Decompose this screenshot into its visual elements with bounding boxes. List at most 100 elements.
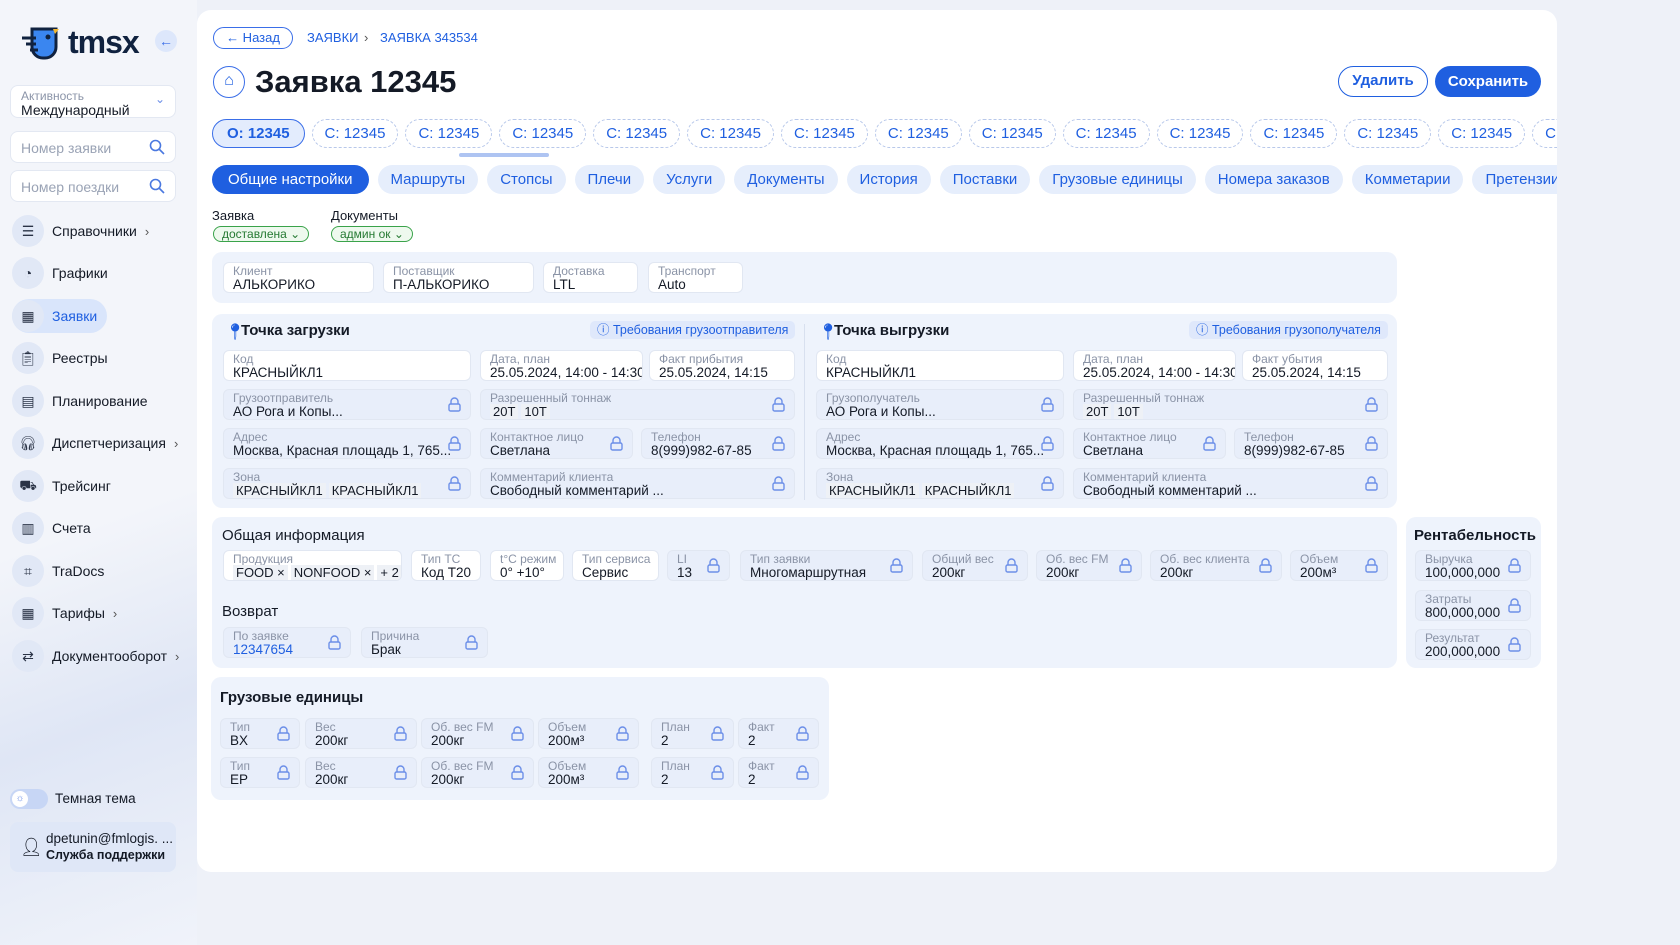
unloading-field[interactable]: Комментарий клиента Свободный комментарий… <box>1073 468 1388 499</box>
dark-theme-toggle[interactable]: ☼ <box>10 789 48 809</box>
profitability-field[interactable]: Выручка 100,000,000 <box>1415 550 1531 581</box>
general-field[interactable]: Тип заявки Многомаршрутная <box>740 550 913 581</box>
tab-6[interactable]: История <box>846 165 931 194</box>
tab-2[interactable]: Стопсы <box>487 165 566 194</box>
return-field[interactable]: Причина Брак <box>361 627 488 658</box>
sidebar-item-3[interactable]: 📋︎ Реестры <box>12 341 118 375</box>
order-chip[interactable]: С: 12345 <box>1156 119 1244 148</box>
consignee-requirements-link[interactable]: ⓘ Требования грузополучателя <box>1189 321 1388 339</box>
unloading-field[interactable]: Адрес Москва, Красная площадь 1, 765... <box>816 428 1064 459</box>
shipper-requirements-link[interactable]: ⓘ Требования грузоотправителя <box>590 321 796 339</box>
unloading-field[interactable]: Грузополучатель АО Рога и Копы... <box>816 389 1064 420</box>
loading-field[interactable]: Разрешенный тоннаж 20Т 10Т <box>480 389 795 420</box>
sidebar-item-1[interactable]: ◔ Графики <box>12 256 118 290</box>
cargo-field[interactable]: Объем 200м³ <box>538 757 639 788</box>
order-chip[interactable]: С: 12345 <box>1438 119 1526 148</box>
sidebar-item-10[interactable]: ⇄ Документооборот › <box>12 639 189 673</box>
loading-field[interactable]: Телефон 8(999)982-67-85 <box>641 428 795 459</box>
tab-5[interactable]: Документы <box>734 165 838 194</box>
cargo-field[interactable]: Вес 200кг <box>305 757 417 788</box>
loading-field[interactable]: Комментарий клиента Свободный комментарий… <box>480 468 795 499</box>
order-chip[interactable]: С: 12345 <box>687 119 774 148</box>
loading-field[interactable]: Адрес Москва, Красная площадь 1, 765... <box>223 428 471 459</box>
loading-field[interactable]: Дата, план 25.05.2024, 14:00 - 14:30 <box>480 350 643 381</box>
tab-9[interactable]: Номера заказов <box>1204 165 1343 194</box>
sidebar-item-2[interactable]: ▦ Заявки <box>12 299 108 333</box>
client-field[interactable]: Доставка LTL <box>543 262 638 293</box>
unloading-field[interactable]: Телефон 8(999)982-67-85 <box>1234 428 1388 459</box>
unloading-field[interactable]: Контактное лицо Светлана <box>1073 428 1226 459</box>
user-card[interactable]: 👤︎ dpetunin@fmlogis. ... Служба поддержк… <box>10 822 176 872</box>
loading-field[interactable]: Грузоотправитель АО Рога и Копы... <box>223 389 471 420</box>
unloading-field[interactable]: Дата, план 25.05.2024, 14:00 - 14:30 <box>1073 350 1236 381</box>
order-chip[interactable]: С: 12345 <box>781 119 868 148</box>
tab-1[interactable]: Маршруты <box>377 165 479 194</box>
order-chip[interactable]: С: 12345 <box>874 119 962 148</box>
profitability-field[interactable]: Результат 200,000,000 <box>1415 629 1531 660</box>
general-field[interactable]: Объем 200м³ <box>1290 550 1388 581</box>
tab-10[interactable]: Комметарии <box>1351 165 1464 194</box>
tab-11[interactable]: Претензии <box>1472 165 1557 194</box>
sidebar-item-0[interactable]: ☰ Справочники › <box>12 214 159 248</box>
general-field[interactable]: Общий вес 200кг <box>922 550 1028 581</box>
order-chip[interactable]: С: 12345 <box>1250 119 1338 148</box>
cargo-field[interactable]: Объем 200м³ <box>538 718 639 749</box>
tab-0[interactable]: Общие настройки <box>212 165 369 194</box>
back-button[interactable]: ← Назад <box>213 27 293 49</box>
order-chip[interactable]: С: 12345 <box>968 119 1056 148</box>
sidebar-item-8[interactable]: ⌗ TraDocs <box>12 554 114 588</box>
general-field[interactable]: t°C режим 0° +10° <box>490 550 564 581</box>
cargo-field[interactable]: Факт 2 <box>738 718 819 749</box>
tab-7[interactable]: Поставки <box>939 165 1031 194</box>
activity-dropdown[interactable]: Активность Международный ⌄ <box>10 85 176 118</box>
unloading-field[interactable]: Зона КРАСНЫЙКЛ1 КРАСНЫЙКЛ1 <box>816 468 1064 499</box>
docs-status-dropdown[interactable]: админ ок ⌄ <box>331 226 413 242</box>
general-field[interactable]: Тип сервиса Сервис <box>572 550 659 581</box>
breadcrumb-orders[interactable]: ЗАЯВКИ <box>307 30 359 45</box>
general-field[interactable]: Об. вес клиента 200кг <box>1150 550 1282 581</box>
cargo-field[interactable]: План 2 <box>651 757 734 788</box>
support-link[interactable]: Служба поддержки <box>46 848 165 862</box>
tab-3[interactable]: Плечи <box>574 165 645 194</box>
cargo-field[interactable]: Факт 2 <box>738 757 819 788</box>
sidebar-item-6[interactable]: ⛟ Трейсинг <box>12 469 121 503</box>
order-chip[interactable]: С: 12345 <box>1532 119 1557 148</box>
home-icon[interactable]: ⌂ <box>213 66 245 98</box>
profitability-field[interactable]: Затраты 800,000,000 <box>1415 590 1531 621</box>
sidebar-item-9[interactable]: ▦ Тарифы › <box>12 596 127 630</box>
general-field[interactable]: Тип ТС Код Т20 <box>411 550 481 581</box>
order-chip[interactable]: С: 12345 <box>405 119 493 148</box>
cargo-field[interactable]: План 2 <box>651 718 734 749</box>
tab-8[interactable]: Грузовые единицы <box>1039 165 1196 194</box>
client-field[interactable]: Поставщик П-АЛЬКОРИКО <box>383 262 534 293</box>
return-field[interactable]: По заявке 12347654 <box>223 627 351 658</box>
loading-field[interactable]: Код КРАСНЫЙКЛ1 <box>223 350 471 381</box>
general-field[interactable]: Об. вес FM 200кг <box>1036 550 1142 581</box>
unloading-field[interactable]: Код КРАСНЫЙКЛ1 <box>816 350 1064 381</box>
delete-button[interactable]: Удалить <box>1338 66 1428 97</box>
sidebar-item-4[interactable]: ▤ Планирование <box>12 384 158 418</box>
client-field[interactable]: Транспорт Auto <box>648 262 743 293</box>
chips-scrollbar[interactable] <box>459 153 549 157</box>
order-number-search[interactable]: Номер заявки <box>10 131 176 163</box>
order-chip[interactable]: С: 12345 <box>1344 119 1432 148</box>
cargo-field[interactable]: Об. вес FM 200кг <box>421 718 534 749</box>
order-chip[interactable]: О: 12345 <box>212 119 305 148</box>
unloading-field[interactable]: Разрешенный тоннаж 20Т 10Т <box>1073 389 1388 420</box>
order-chip[interactable]: С: 12345 <box>311 119 399 148</box>
loading-field[interactable]: Зона КРАСНЫЙКЛ1 КРАСНЫЙКЛ1 <box>223 468 471 499</box>
save-button[interactable]: Сохранить <box>1435 66 1541 97</box>
loading-field[interactable]: Контактное лицо Светлана <box>480 428 633 459</box>
general-field[interactable]: Продукция FOOD × NONFOOD × + 2 <box>223 550 402 581</box>
general-field[interactable]: LI 13 <box>667 550 730 581</box>
order-status-dropdown[interactable]: доставлена ⌄ <box>213 226 310 242</box>
trip-number-search[interactable]: Номер поездки <box>10 170 176 202</box>
unloading-field[interactable]: Факт убытия 25.05.2024, 14:15 <box>1242 350 1388 381</box>
tab-4[interactable]: Услуги <box>653 165 726 194</box>
order-chip[interactable]: С: 12345 <box>1062 119 1150 148</box>
collapse-sidebar-button[interactable]: ← <box>155 30 177 52</box>
client-field[interactable]: Клиент АЛЬКОРИКО <box>223 262 374 293</box>
loading-field[interactable]: Факт прибытия 25.05.2024, 14:15 <box>649 350 795 381</box>
cargo-field[interactable]: Тип BX <box>220 718 300 749</box>
sidebar-item-5[interactable]: 🎧︎ Диспетчеризация › <box>12 426 188 460</box>
